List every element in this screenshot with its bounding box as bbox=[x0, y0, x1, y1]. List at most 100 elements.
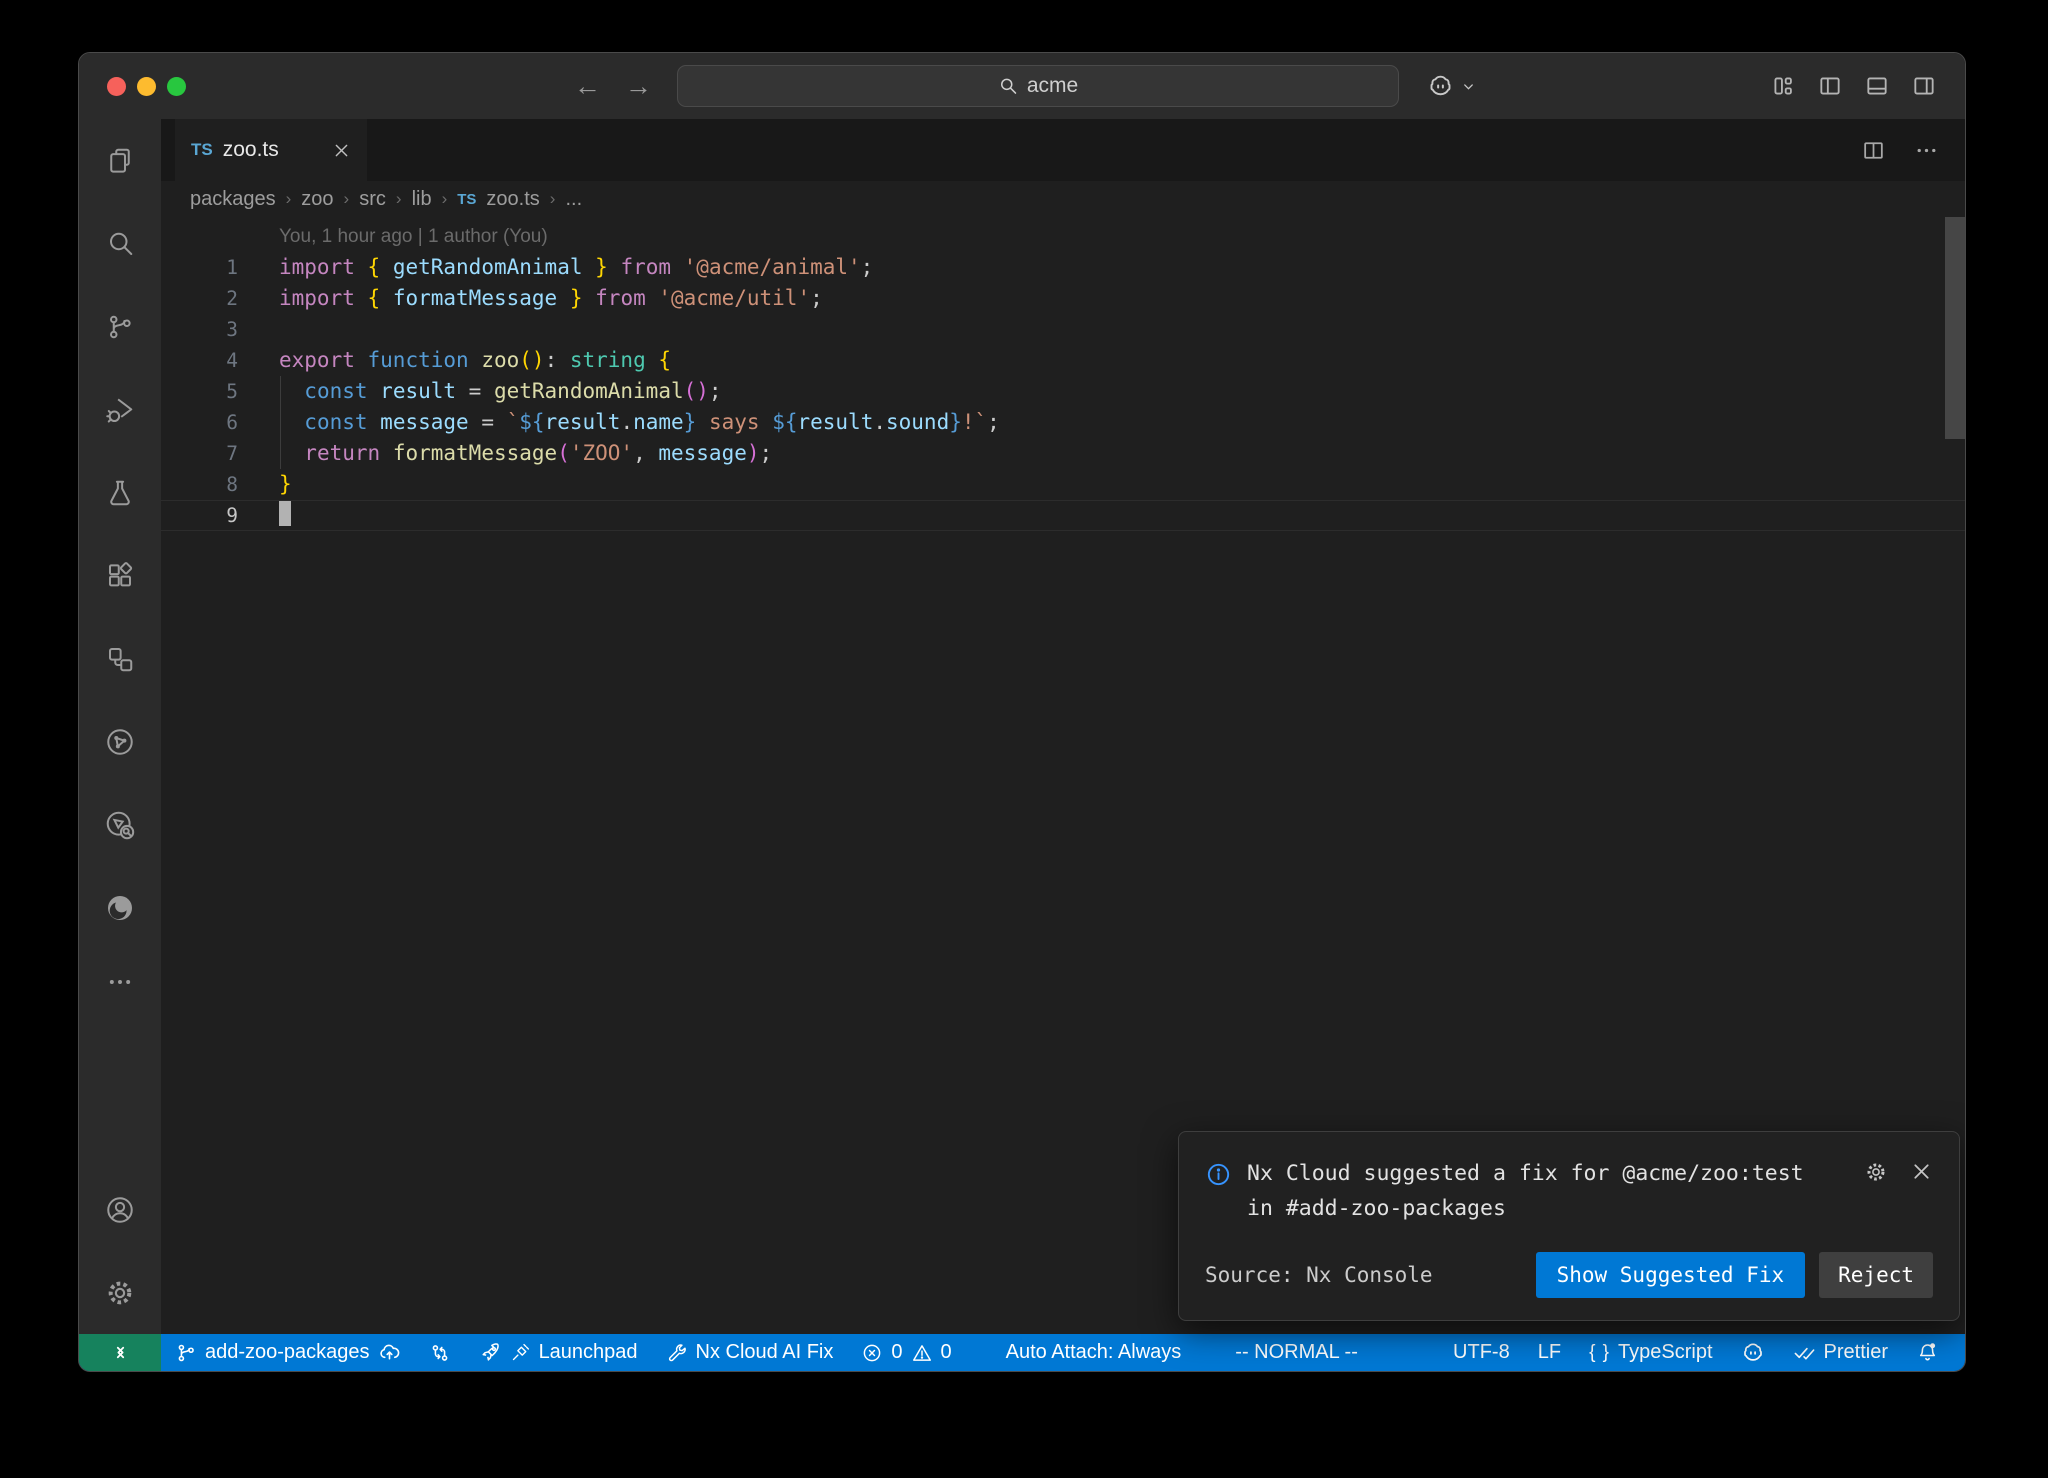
run-and-debug-icon[interactable] bbox=[79, 368, 161, 451]
vim-block-cursor bbox=[279, 501, 291, 526]
launchpad-status[interactable]: Launchpad bbox=[465, 1334, 652, 1371]
error-count: 0 bbox=[891, 1341, 902, 1364]
vscode-window: ← → acme bbox=[78, 52, 1966, 1372]
remote-indicator-icon bbox=[109, 1341, 132, 1364]
notification-source: Source: Nx Console bbox=[1205, 1260, 1433, 1291]
copilot-icon bbox=[1741, 1341, 1765, 1365]
error-circle-icon bbox=[861, 1342, 883, 1364]
breadcrumb-file[interactable]: zoo.ts bbox=[486, 188, 539, 211]
breadcrumb-separator: › bbox=[286, 189, 292, 209]
source-control-icon[interactable] bbox=[79, 285, 161, 368]
info-icon bbox=[1205, 1156, 1232, 1226]
status-bar: add-zoo-packages bbox=[79, 1334, 1965, 1371]
close-window-button[interactable] bbox=[107, 77, 126, 96]
toggle-panel-icon[interactable] bbox=[1864, 73, 1890, 99]
language-status[interactable]: { } TypeScript bbox=[1575, 1334, 1726, 1371]
go-back-button[interactable]: ← bbox=[574, 71, 601, 102]
git-branch-status[interactable]: add-zoo-packages bbox=[161, 1334, 415, 1371]
code-line[interactable]: 3 bbox=[161, 314, 1965, 345]
chevron-down-icon bbox=[1461, 79, 1476, 94]
code-line[interactable]: 7 return formatMessage('ZOO', message); bbox=[161, 438, 1965, 469]
show-suggested-fix-button[interactable]: Show Suggested Fix bbox=[1536, 1252, 1806, 1298]
copilot-menu-button[interactable] bbox=[1427, 53, 1476, 119]
window-controls bbox=[107, 77, 186, 96]
git-compare-status[interactable] bbox=[415, 1334, 465, 1371]
notifications-status[interactable] bbox=[1902, 1334, 1953, 1371]
settings-gear-icon[interactable] bbox=[79, 1251, 161, 1334]
notification-toast: Nx Cloud suggested a fix for @acme/zoo:t… bbox=[1178, 1131, 1960, 1321]
problems-status[interactable]: 0 0 bbox=[847, 1334, 965, 1371]
wrench-icon bbox=[666, 1342, 688, 1364]
breadcrumb-more[interactable]: ... bbox=[565, 188, 582, 211]
customize-layout-icon[interactable] bbox=[1770, 73, 1796, 99]
search-icon[interactable] bbox=[79, 202, 161, 285]
code-line[interactable]: 1import { getRandomAnimal } from '@acme/… bbox=[161, 252, 1965, 283]
remote-indicator[interactable] bbox=[79, 1334, 161, 1371]
line-number: 8 bbox=[161, 469, 279, 500]
warning-count: 0 bbox=[941, 1341, 952, 1364]
copilot-icon bbox=[1427, 73, 1454, 100]
explorer-icon[interactable] bbox=[79, 119, 161, 202]
bell-dot-icon bbox=[1916, 1341, 1939, 1364]
nx-fix-label: Nx Cloud AI Fix bbox=[696, 1341, 834, 1364]
go-forward-button[interactable]: → bbox=[625, 71, 652, 102]
code-line[interactable]: 5 const result = getRandomAnimal(); bbox=[161, 376, 1965, 407]
git-branch-icon bbox=[175, 1342, 197, 1364]
code-line[interactable]: 4export function zoo(): string { bbox=[161, 345, 1965, 376]
testing-icon[interactable] bbox=[79, 451, 161, 534]
plug-icon bbox=[510, 1342, 531, 1363]
prettier-label: Prettier bbox=[1824, 1341, 1888, 1364]
breadcrumb-segment[interactable]: lib bbox=[412, 188, 432, 211]
line-number: 9 bbox=[161, 500, 279, 531]
vim-mode-status[interactable]: -- NORMAL -- bbox=[1221, 1334, 1372, 1371]
close-tab-icon[interactable] bbox=[332, 141, 351, 160]
zoom-window-button[interactable] bbox=[167, 77, 186, 96]
remote-explorer-icon[interactable] bbox=[79, 617, 161, 700]
breadcrumb-segment[interactable]: packages bbox=[190, 188, 276, 211]
encoding-status[interactable]: UTF-8 bbox=[1439, 1334, 1524, 1371]
notification-settings-gear-icon[interactable] bbox=[1864, 1160, 1888, 1184]
auto-attach-label: Auto Attach: Always bbox=[1006, 1341, 1182, 1364]
line-number: 7 bbox=[161, 438, 279, 469]
breadcrumb-separator: › bbox=[442, 189, 448, 209]
typescript-file-icon: TS bbox=[457, 191, 476, 208]
line-number: 5 bbox=[161, 376, 279, 407]
close-icon[interactable] bbox=[1910, 1160, 1933, 1183]
launchpad-label: Launchpad bbox=[539, 1341, 638, 1364]
title-bar: ← → acme bbox=[79, 53, 1965, 119]
warning-triangle-icon bbox=[911, 1342, 933, 1364]
nx-cloud-icon[interactable] bbox=[79, 783, 161, 866]
breadcrumb: packages › zoo › src › lib › TS zoo.ts ›… bbox=[161, 181, 1965, 217]
nx-cloud-ai-fix-status[interactable]: Nx Cloud AI Fix bbox=[652, 1334, 848, 1371]
minimize-window-button[interactable] bbox=[137, 77, 156, 96]
toggle-primary-sidebar-icon[interactable] bbox=[1817, 73, 1843, 99]
line-number: 1 bbox=[161, 252, 279, 283]
accounts-icon[interactable] bbox=[79, 1168, 161, 1251]
reject-button[interactable]: Reject bbox=[1819, 1252, 1933, 1298]
code-line[interactable]: 2import { formatMessage } from '@acme/ut… bbox=[161, 283, 1965, 314]
auto-attach-status[interactable]: Auto Attach: Always bbox=[992, 1334, 1196, 1371]
line-number: 3 bbox=[161, 314, 279, 345]
code-line[interactable]: 9 bbox=[161, 500, 1965, 531]
extensions-icon[interactable] bbox=[79, 534, 161, 617]
breadcrumb-segment[interactable]: src bbox=[359, 188, 386, 211]
command-center-search[interactable]: acme bbox=[677, 65, 1399, 107]
split-editor-icon[interactable] bbox=[1861, 138, 1886, 163]
more-actions-icon[interactable] bbox=[1914, 138, 1939, 163]
nx-console-icon[interactable] bbox=[79, 700, 161, 783]
code-line[interactable]: 8} bbox=[161, 469, 1965, 500]
edge-browser-icon[interactable] bbox=[79, 866, 161, 949]
toggle-secondary-sidebar-icon[interactable] bbox=[1911, 73, 1937, 99]
copilot-status[interactable] bbox=[1727, 1334, 1779, 1371]
more-icon[interactable] bbox=[79, 949, 161, 1015]
vertical-scrollbar[interactable] bbox=[1945, 217, 1965, 439]
eol-status[interactable]: LF bbox=[1524, 1334, 1575, 1371]
code-line[interactable]: 6 const message = `${result.name} says $… bbox=[161, 407, 1965, 438]
tab-zoo-ts[interactable]: TS zoo.ts bbox=[175, 119, 367, 181]
git-compare-icon bbox=[429, 1342, 451, 1364]
prettier-status[interactable]: Prettier bbox=[1779, 1334, 1902, 1371]
code-editor[interactable]: You, 1 hour ago | 1 author (You) 1import… bbox=[161, 217, 1965, 1334]
branch-name: add-zoo-packages bbox=[205, 1341, 370, 1364]
breadcrumb-segment[interactable]: zoo bbox=[301, 188, 333, 211]
encoding-label: UTF-8 bbox=[1453, 1341, 1510, 1364]
